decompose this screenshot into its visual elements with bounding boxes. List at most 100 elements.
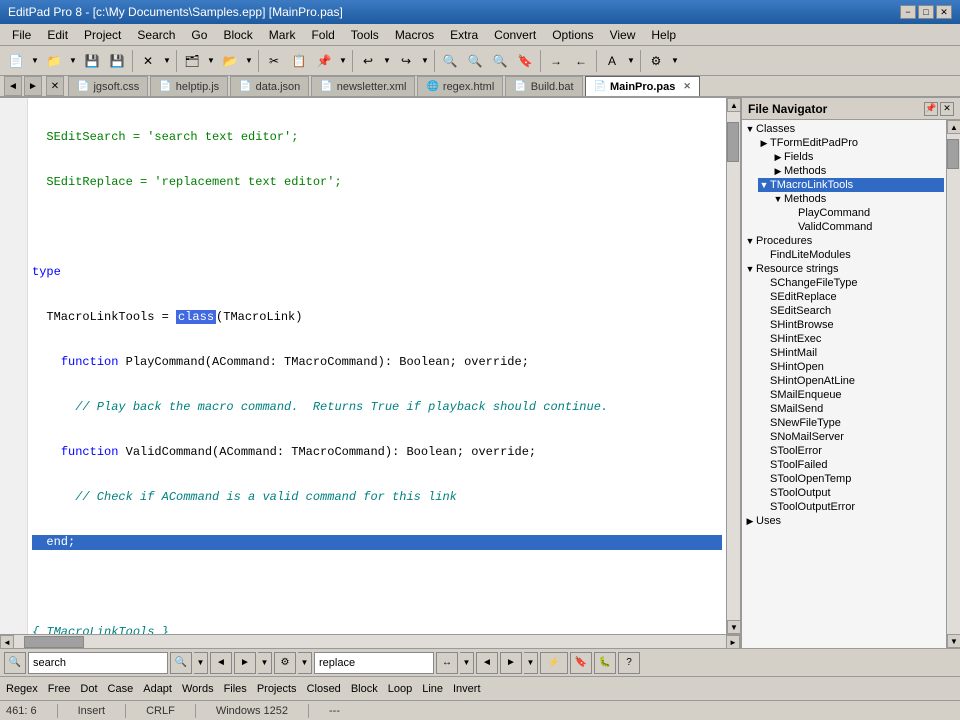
- h-scroll-thumb[interactable]: [24, 636, 84, 648]
- tab-helptip_js[interactable]: 📄helptip.js: [150, 76, 228, 96]
- tree-uses[interactable]: ▶Uses: [744, 514, 944, 528]
- nav-scroll-up[interactable]: ▲: [947, 120, 960, 134]
- menu-view[interactable]: View: [602, 26, 644, 44]
- scroll-down-btn[interactable]: ▼: [727, 620, 740, 634]
- menu-block[interactable]: Block: [215, 26, 260, 44]
- search-next-btn2[interactable]: ►: [234, 652, 256, 674]
- opt-block[interactable]: Block: [351, 683, 378, 695]
- options-dropdown[interactable]: ▼: [669, 49, 681, 73]
- tree-stoolfailed[interactable]: ·SToolFailed: [758, 458, 944, 472]
- menu-help[interactable]: Help: [643, 26, 684, 44]
- tree-stooloutput[interactable]: ·SToolOutput: [758, 486, 944, 500]
- search-opt-dropdown[interactable]: ▼: [298, 652, 312, 674]
- menu-tools[interactable]: Tools: [343, 26, 387, 44]
- close-dropdown[interactable]: ▼: [161, 49, 173, 73]
- tree-stoolopentemp[interactable]: ·SToolOpenTemp: [758, 472, 944, 486]
- replace-input[interactable]: [314, 652, 434, 674]
- nav-close-btn[interactable]: ✕: [940, 102, 954, 116]
- tree-methods-tmacro[interactable]: ▼Methods: [772, 192, 944, 206]
- tree-stooloutputerror[interactable]: ·SToolOutputError: [758, 500, 944, 514]
- tree-snewfiletype[interactable]: ·SNewFileType: [758, 416, 944, 430]
- search-next-btn[interactable]: 🔍: [488, 49, 512, 73]
- replace-prev-btn[interactable]: ◄: [476, 652, 498, 674]
- h-scrollbar[interactable]: ◄ ►: [0, 634, 740, 648]
- opt-loop[interactable]: Loop: [388, 683, 412, 695]
- search-icon-btn[interactable]: 🔍: [4, 652, 26, 674]
- opt-files[interactable]: Files: [224, 683, 247, 695]
- v-scrollbar[interactable]: ▲ ▼: [726, 98, 740, 634]
- menu-go[interactable]: Go: [183, 26, 215, 44]
- opt-line[interactable]: Line: [422, 683, 443, 695]
- tree-smailenqueue[interactable]: ·SMailEnqueue: [758, 388, 944, 402]
- h-scroll-track[interactable]: [14, 635, 726, 648]
- menu-search[interactable]: Search: [129, 26, 183, 44]
- search-find-dropdown[interactable]: ▼: [194, 652, 208, 674]
- search-prev-btn[interactable]: 🔍: [463, 49, 487, 73]
- minimize-button[interactable]: −: [900, 5, 916, 19]
- opt-regex[interactable]: Regex: [6, 683, 38, 695]
- project-dropdown[interactable]: ▼: [205, 49, 217, 73]
- nav-vscrollbar[interactable]: ▲ ▼: [946, 120, 960, 648]
- tree-tmacrolinktools[interactable]: ▼TMacroLinkTools: [758, 178, 944, 192]
- tab-mainpro_pas[interactable]: 📄MainPro.pas✕: [585, 76, 700, 96]
- v-scroll-track[interactable]: [727, 112, 740, 620]
- open-button[interactable]: 📁: [42, 49, 66, 73]
- replace-btn[interactable]: ↔: [436, 652, 458, 674]
- opt-words[interactable]: Words: [182, 683, 214, 695]
- tab-data_json[interactable]: 📄data.json: [230, 76, 309, 96]
- tab-close-all[interactable]: ✕: [46, 76, 64, 96]
- replace-nav-dropdown[interactable]: ▼: [524, 652, 538, 674]
- tree-snomailserver[interactable]: ·SNoMailServer: [758, 430, 944, 444]
- redo-button[interactable]: ↪: [394, 49, 418, 73]
- new-dropdown[interactable]: ▼: [29, 49, 41, 73]
- tree-procedures[interactable]: ▼Procedures: [744, 234, 944, 248]
- open-dropdown[interactable]: ▼: [67, 49, 79, 73]
- paste-dropdown[interactable]: ▼: [337, 49, 349, 73]
- options-btn[interactable]: ⚙: [644, 49, 668, 73]
- new-button[interactable]: 📄: [4, 49, 28, 73]
- project-btn[interactable]: 🗂: [180, 49, 204, 73]
- opt-free[interactable]: Free: [48, 683, 71, 695]
- search-prev-btn2[interactable]: ◄: [210, 652, 232, 674]
- tree-smailsend[interactable]: ·SMailSend: [758, 402, 944, 416]
- undo-dropdown[interactable]: ▼: [381, 49, 393, 73]
- tree-validcommand[interactable]: ·ValidCommand: [786, 220, 944, 234]
- outdent-btn[interactable]: ←: [569, 49, 593, 73]
- search-find-btn[interactable]: 🔍: [170, 652, 192, 674]
- opt-adapt[interactable]: Adapt: [143, 683, 172, 695]
- tree-classes[interactable]: ▼Classes: [744, 122, 944, 136]
- tab-regex_html[interactable]: 🌐regex.html: [417, 76, 503, 96]
- tree-stoolerror[interactable]: ·SToolError: [758, 444, 944, 458]
- replace-all-btn[interactable]: ⚡: [540, 652, 568, 674]
- scroll-left-btn[interactable]: ◄: [0, 635, 14, 648]
- close-button[interactable]: ✕: [936, 5, 952, 19]
- menu-macros[interactable]: Macros: [387, 26, 442, 44]
- menu-file[interactable]: File: [4, 26, 39, 44]
- tree-resource-strings[interactable]: ▼Resource strings: [744, 262, 944, 276]
- search-opt-btn[interactable]: ⚙: [274, 652, 296, 674]
- menu-edit[interactable]: Edit: [39, 26, 76, 44]
- search-nav-dropdown[interactable]: ▼: [258, 652, 272, 674]
- bookmark-search-btn[interactable]: 🔖: [570, 652, 592, 674]
- opt-invert[interactable]: Invert: [453, 683, 481, 695]
- nav-scroll-thumb[interactable]: [947, 139, 959, 169]
- scroll-right-btn[interactable]: ►: [726, 635, 740, 648]
- close-file-button[interactable]: ✕: [136, 49, 160, 73]
- redo-dropdown[interactable]: ▼: [419, 49, 431, 73]
- opt-dot[interactable]: Dot: [80, 683, 97, 695]
- font-dropdown[interactable]: ▼: [625, 49, 637, 73]
- search-extra-btn[interactable]: 🐛: [594, 652, 616, 674]
- nav-scroll-track[interactable]: [947, 134, 960, 634]
- tree-playcommand[interactable]: ·PlayCommand: [786, 206, 944, 220]
- menu-mark[interactable]: Mark: [261, 26, 304, 44]
- code-lines[interactable]: SEditSearch = 'search text editor'; SEdi…: [28, 98, 726, 634]
- menu-fold[interactable]: Fold: [303, 26, 342, 44]
- tree-schangefiletype[interactable]: ·SChangeFileType: [758, 276, 944, 290]
- tree-shintopen[interactable]: ·SHintOpen: [758, 360, 944, 374]
- maximize-button[interactable]: □: [918, 5, 934, 19]
- tree-tformeditpadpro[interactable]: ▶TFormEditPadPro: [758, 136, 944, 150]
- tab-close-btn[interactable]: ✕: [683, 81, 691, 92]
- scroll-up-btn[interactable]: ▲: [727, 98, 740, 112]
- tree-shintmail[interactable]: ·SHintMail: [758, 346, 944, 360]
- tree-seditsearch[interactable]: ·SEditSearch: [758, 304, 944, 318]
